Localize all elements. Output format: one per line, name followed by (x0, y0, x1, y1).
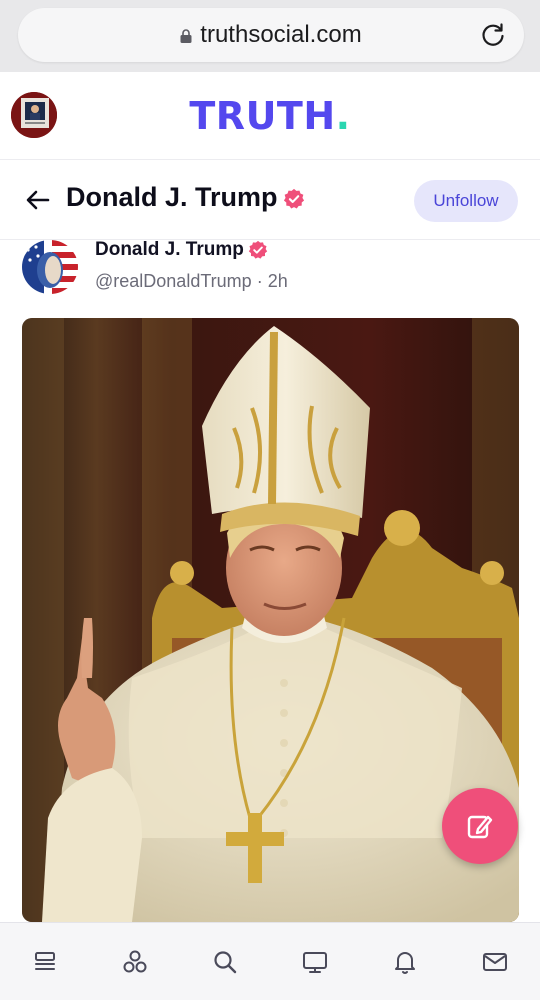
nav-tv[interactable] (270, 923, 360, 1000)
verified-badge-icon (283, 188, 305, 209)
nav-home[interactable] (0, 923, 90, 1000)
author-avatar-image (22, 240, 78, 294)
meta-separator: · (256, 271, 263, 291)
messages-icon (483, 952, 507, 971)
profile-name: Donald J. Trump (66, 182, 278, 212)
lock-icon (180, 29, 192, 43)
post-header: Donald J. Trump @realDonaldTrump · 2h (0, 239, 540, 310)
post-time[interactable]: 2h (268, 271, 288, 291)
nav-search[interactable] (180, 923, 270, 1000)
address-bar[interactable]: truthsocial.com (18, 8, 524, 62)
groups-icon (123, 950, 147, 972)
unfollow-button[interactable]: Unfollow (414, 180, 518, 222)
search-icon (214, 950, 237, 973)
verified-badge-icon (248, 240, 268, 259)
logo-dot: . (335, 94, 351, 138)
post-meta: @realDonaldTrump · 2h (95, 271, 288, 292)
app-header: TRUTH. (0, 72, 540, 160)
logo-text: TRUTH (189, 94, 336, 138)
reload-icon[interactable] (480, 22, 506, 48)
home-icon (35, 951, 55, 970)
post-handle[interactable]: @realDonaldTrump (95, 271, 252, 291)
url-text: truthsocial.com (200, 21, 362, 48)
page: truthsocial.com TRUTH. Donald J. Trump U… (0, 0, 540, 1000)
truth-logo[interactable]: TRUTH. (0, 94, 540, 138)
notifications-icon (395, 951, 415, 974)
profile-bar: Donald J. Trump Unfollow (0, 160, 540, 240)
compose-button[interactable] (442, 788, 518, 864)
post-author-name[interactable]: Donald J. Trump (95, 239, 244, 261)
compose-icon (467, 815, 493, 839)
post-author-avatar[interactable] (22, 240, 78, 294)
nav-groups[interactable] (90, 923, 180, 1000)
nav-notifications[interactable] (360, 923, 450, 1000)
bottom-navigation (0, 922, 540, 1000)
browser-toolbar: truthsocial.com (0, 0, 540, 72)
tv-icon (303, 951, 327, 973)
nav-messages[interactable] (450, 923, 540, 1000)
back-arrow-icon[interactable] (24, 186, 52, 214)
